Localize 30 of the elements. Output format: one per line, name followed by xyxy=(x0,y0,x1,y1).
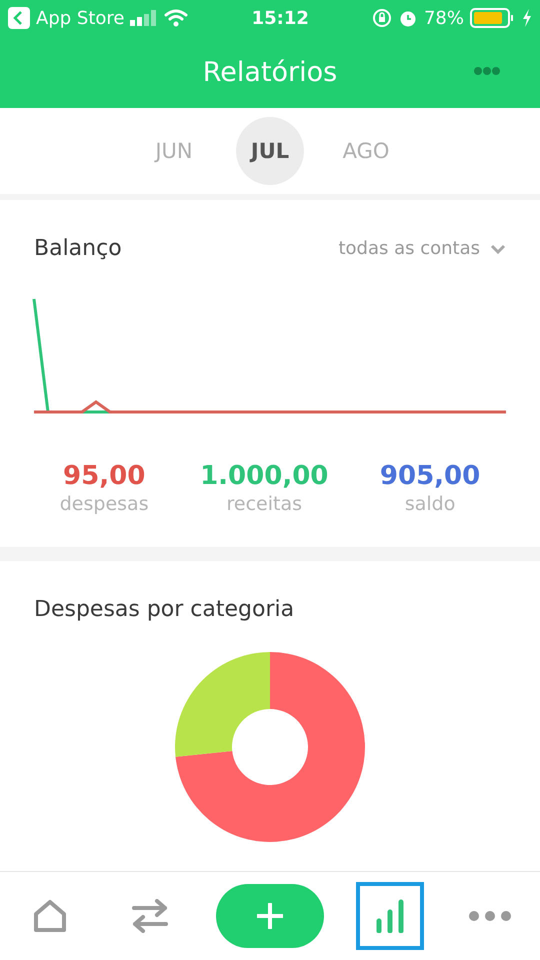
plus-icon xyxy=(257,903,283,929)
month-tab[interactable]: AGO xyxy=(332,117,400,185)
home-icon xyxy=(32,898,68,934)
page-title: Relatórios xyxy=(202,56,338,88)
amount-label: despesas xyxy=(60,493,149,515)
battery-percent: 78% xyxy=(424,8,464,28)
month-tab[interactable]: JUN xyxy=(140,117,208,185)
amount-label: saldo xyxy=(404,493,456,515)
section-title: Despesas por categoria xyxy=(34,597,294,622)
section-title: Balanço xyxy=(34,236,122,261)
arrows-icon xyxy=(132,899,168,933)
amount-value: 95,00 xyxy=(63,461,146,491)
reports-tab[interactable] xyxy=(356,882,424,950)
amount-value: 905,00 xyxy=(380,461,480,491)
amount-value: 1.000,00 xyxy=(200,461,328,491)
back-label[interactable]: App Store xyxy=(36,8,124,28)
back-icon[interactable] xyxy=(8,7,30,29)
battery-icon xyxy=(470,8,516,28)
rotation-lock-icon xyxy=(372,8,392,28)
charging-icon xyxy=(522,9,532,27)
chevron-down-icon xyxy=(490,244,506,254)
wifi-icon xyxy=(164,9,188,27)
more-icon[interactable] xyxy=(474,66,500,76)
signal-icon xyxy=(130,10,158,26)
amount-label: receitas xyxy=(226,493,302,515)
account-dropdown[interactable]: todas as contas xyxy=(338,238,506,259)
status-time: 15:12 xyxy=(250,8,310,28)
bar-chart-icon xyxy=(375,899,405,933)
month-tab[interactable]: JUL xyxy=(236,117,304,185)
more-icon xyxy=(469,911,511,921)
